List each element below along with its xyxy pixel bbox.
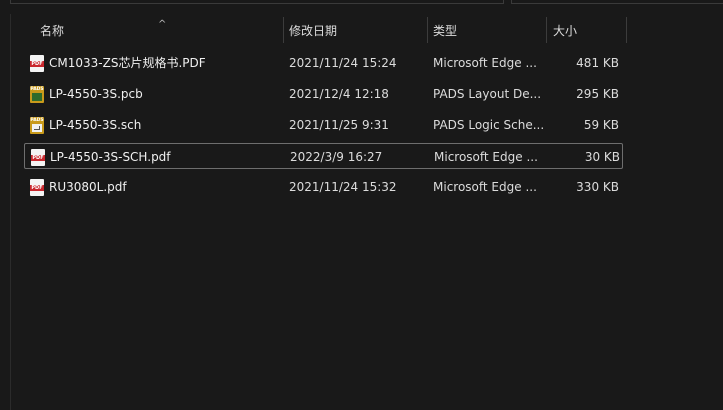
file-name: LP-4550-3S-SCH.pdf <box>50 150 171 164</box>
sort-ascending-icon: ^ <box>158 19 167 30</box>
file-date: 2021/11/25 9:31 <box>289 118 389 132</box>
pdf-icon: PDF <box>30 55 44 72</box>
file-date: 2022/3/9 16:27 <box>290 150 383 164</box>
file-row[interactable]: PDF RU3080L.pdf 2021/11/24 15:32 Microso… <box>24 174 623 200</box>
file-size: 481 KB <box>576 56 619 70</box>
file-size: 295 KB <box>576 87 619 101</box>
column-header-date[interactable]: 修改日期 <box>283 16 428 44</box>
file-size: 30 KB <box>584 150 620 164</box>
file-row-focused[interactable]: PDF LP-4550-3S-SCH.pdf 2022/3/9 16:27 Mi… <box>24 143 623 169</box>
column-header-type[interactable]: 类型 <box>427 16 547 44</box>
file-row[interactable]: PADS LP-4550-3S.pcb 2021/12/4 12:18 PADS… <box>24 81 623 107</box>
pdf-icon: PDF <box>31 149 45 166</box>
file-type: PADS Layout De... <box>433 87 542 101</box>
file-type: Microsoft Edge ... <box>433 56 537 70</box>
file-type: PADS Logic Sche... <box>433 118 545 132</box>
file-name: LP-4550-3S.sch <box>49 118 142 132</box>
file-row[interactable]: PADS LP-4550-3S.sch 2021/11/25 9:31 PADS… <box>24 112 623 138</box>
file-explorer-window: ^ 名称 修改日期 类型 大小 PDF CM1033-ZS芯片规格书.PDF 2… <box>0 0 723 410</box>
column-header-name[interactable]: ^ 名称 <box>34 16 284 44</box>
search-box-edge <box>511 0 723 4</box>
column-header-type-label: 类型 <box>433 24 458 38</box>
top-border <box>0 0 723 6</box>
file-name: CM1033-ZS芯片规格书.PDF <box>49 56 206 70</box>
file-type: Microsoft Edge ... <box>433 180 537 194</box>
column-header-bar: ^ 名称 修改日期 类型 大小 <box>28 16 628 44</box>
file-date: 2021/11/24 15:32 <box>289 180 397 194</box>
column-header-size-label: 大小 <box>553 24 578 38</box>
file-type: Microsoft Edge ... <box>434 150 538 164</box>
file-date: 2021/11/24 15:24 <box>289 56 397 70</box>
pads-sch-icon: PADS <box>30 117 44 134</box>
column-header-size[interactable]: 大小 <box>547 16 627 44</box>
pads-pcb-icon: PADS <box>30 86 44 103</box>
file-row[interactable]: PDF CM1033-ZS芯片规格书.PDF 2021/11/24 15:24 … <box>24 50 623 76</box>
column-header-name-label: 名称 <box>40 24 65 38</box>
file-name: RU3080L.pdf <box>49 180 127 194</box>
pdf-icon: PDF <box>30 179 44 196</box>
file-size: 59 KB <box>583 118 619 132</box>
address-bar-edge <box>10 0 504 4</box>
navigation-pane-divider[interactable] <box>10 14 11 410</box>
column-resize-handle[interactable] <box>626 17 627 43</box>
file-size: 330 KB <box>576 180 619 194</box>
file-date: 2021/12/4 12:18 <box>289 87 389 101</box>
column-header-date-label: 修改日期 <box>289 24 338 38</box>
file-name: LP-4550-3S.pcb <box>49 87 143 101</box>
